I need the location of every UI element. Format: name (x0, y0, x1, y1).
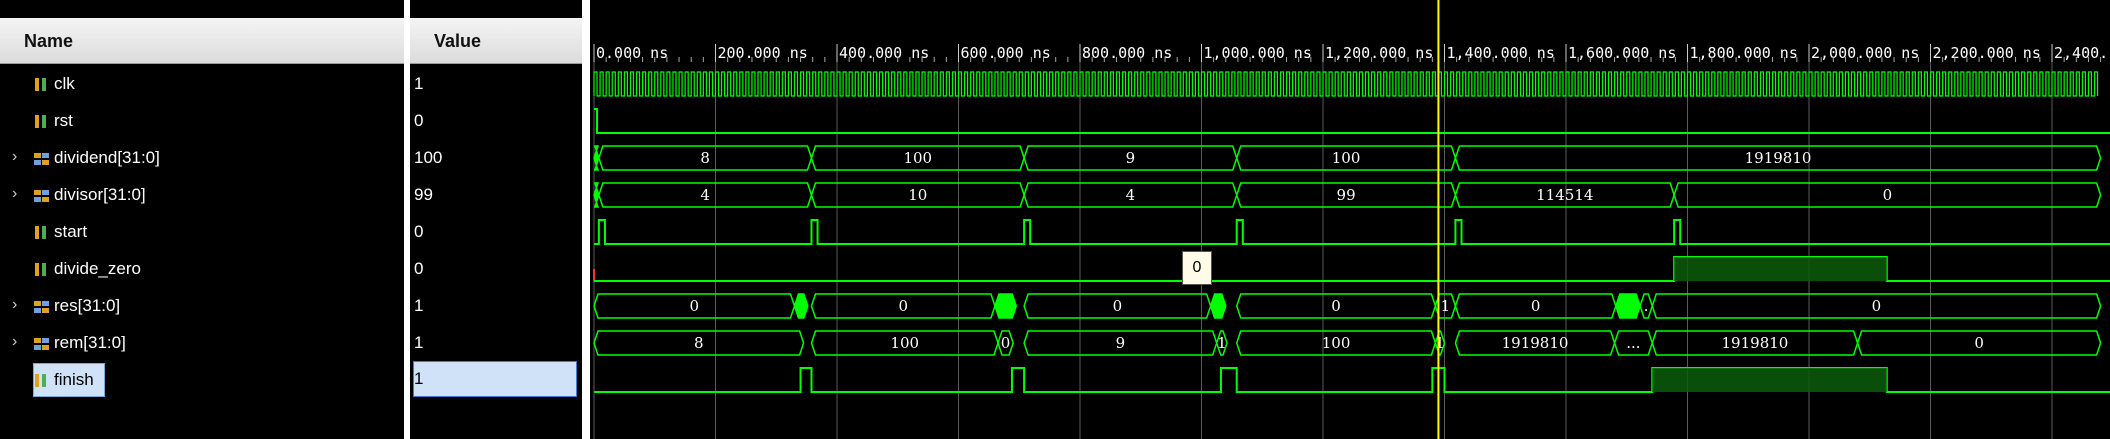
res-value-label: 0 (1331, 297, 1341, 315)
waveform-pane[interactable]: 0.000 ns 200.000 ns 400.000 ns 600.000 ns 80… (590, 0, 2110, 439)
res-value-label: 0 (689, 297, 699, 315)
start-waveform (594, 219, 2110, 245)
dividend-value-label: 1919810 (1745, 149, 1812, 167)
bit-signal-icon (33, 372, 51, 390)
signal-value-pane: Value 1 0 100 99 0 0 1 1 1 (410, 0, 582, 439)
signal-value: 99 (414, 185, 433, 204)
waveform-viewer: Name clk rst › dividend[31:0] › divisor[… (0, 0, 2110, 439)
dividend-value-label: 100 (1332, 149, 1361, 167)
time-tick-label: 2,200.000 ns (1933, 44, 2041, 62)
rem-value-label: 1 (1435, 334, 1445, 352)
divisor-value-label: 10 (908, 186, 927, 204)
res-value-label: 0 (1113, 297, 1123, 315)
time-tick-label: 400.000 ns (839, 44, 929, 62)
chevron-right-icon[interactable]: › (12, 186, 22, 202)
rem-value-label: 8 (694, 334, 704, 352)
value-column-header[interactable]: Value (410, 18, 582, 64)
rem-value-label: ... (1626, 334, 1640, 352)
bit-signal-icon (33, 224, 51, 242)
time-tick-label: 800.000 ns (1082, 44, 1172, 62)
chevron-right-icon[interactable]: › (12, 297, 22, 313)
bit-signal-icon (33, 261, 51, 279)
signal-value: 1 (414, 369, 424, 388)
bus-signal-icon (33, 187, 51, 205)
rem-value-label: 100 (1322, 334, 1351, 352)
rem-value-label: 0 (1974, 334, 1984, 352)
selected-value-cell[interactable] (413, 361, 577, 397)
signal-name: res[31:0] (54, 296, 121, 315)
time-tick-label: 1,200.000 ns (1325, 44, 1433, 62)
signal-value: 1 (414, 333, 424, 352)
signal-name: start (54, 222, 88, 241)
res-value-label: 0 (1531, 297, 1541, 315)
signal-value: 0 (414, 111, 424, 130)
chevron-right-icon[interactable]: › (12, 149, 22, 165)
res-segment (994, 293, 1018, 319)
value-tooltip: 0 (1182, 251, 1212, 285)
dividend-value-label: 9 (1126, 149, 1136, 167)
rem-value-label: 1919810 (1722, 334, 1789, 352)
res-value-label: 0 (1872, 297, 1882, 315)
waveform-canvas[interactable]: 0.000 ns 200.000 ns 400.000 ns 600.000 ns 80… (590, 0, 2110, 439)
chevron-right-icon[interactable]: › (12, 334, 22, 350)
signal-value: 1 (414, 296, 424, 315)
time-tick-label: 2,400. (2054, 44, 2108, 62)
signal-name: rst (54, 111, 73, 130)
clk-waveform (593, 71, 2099, 97)
signal-name: finish (54, 370, 94, 389)
time-tick-label: 600.000 ns (961, 44, 1051, 62)
bit-signal-icon (33, 113, 51, 131)
rem-value-label: 0 (1001, 334, 1011, 352)
res-value-label: 0 (898, 297, 908, 315)
res-segment (1615, 293, 1641, 319)
time-tick-label: 1,600.000 ns (1568, 44, 1676, 62)
dividend-value-label: 100 (903, 149, 932, 167)
rem-value-label: 1 (1217, 334, 1227, 352)
res-value-label: . (1644, 297, 1649, 315)
dividend-value-label: 8 (700, 149, 710, 167)
name-column-header[interactable]: Name (0, 18, 404, 64)
time-tick-label: 1,800.000 ns (1690, 44, 1798, 62)
time-tick-label: 200.000 ns (718, 44, 808, 62)
signal-value: 0 (414, 222, 424, 241)
bus-signal-icon (33, 150, 51, 168)
rem-value-label: 9 (1116, 334, 1126, 352)
divisor-value-label: 0 (1883, 186, 1893, 204)
divisor-value-label: 114514 (1536, 186, 1593, 204)
signal-value: 1 (414, 74, 424, 93)
bit-signal-icon (33, 76, 51, 94)
bus-signal-icon (33, 298, 51, 316)
divisor-value-label: 4 (700, 186, 710, 204)
rem-value-label: 1919810 (1502, 334, 1569, 352)
signal-name: clk (54, 74, 75, 93)
divisor-value-label: 4 (1126, 186, 1136, 204)
res-segment (793, 293, 809, 319)
signal-name: divide_zero (54, 259, 141, 278)
signal-name: dividend[31:0] (54, 148, 160, 167)
time-tick-label: 0.000 ns (596, 44, 668, 62)
time-tick-label: 1,400.000 ns (1447, 44, 1555, 62)
res-value-label: 1 (1441, 297, 1451, 315)
time-tick-label: 2,000.000 ns (1811, 44, 1919, 62)
signal-name: divisor[31:0] (54, 185, 146, 204)
signal-value: 0 (414, 259, 424, 278)
res-segment (1209, 293, 1227, 319)
divisor-value-label: 99 (1337, 186, 1356, 204)
bus-signal-icon (33, 335, 51, 353)
signal-value: 100 (414, 148, 443, 167)
pane-divider[interactable] (582, 0, 590, 439)
finish-high-fill (1652, 368, 1887, 392)
signal-name: rem[31:0] (54, 333, 126, 352)
time-tick-label: 1,000.000 ns (1204, 44, 1312, 62)
divide-zero-high-fill (1674, 257, 1887, 281)
rst-waveform (594, 108, 2110, 134)
signal-name-pane: Name clk rst › dividend[31:0] › divisor[… (0, 0, 404, 439)
rem-value-label: 100 (890, 334, 919, 352)
